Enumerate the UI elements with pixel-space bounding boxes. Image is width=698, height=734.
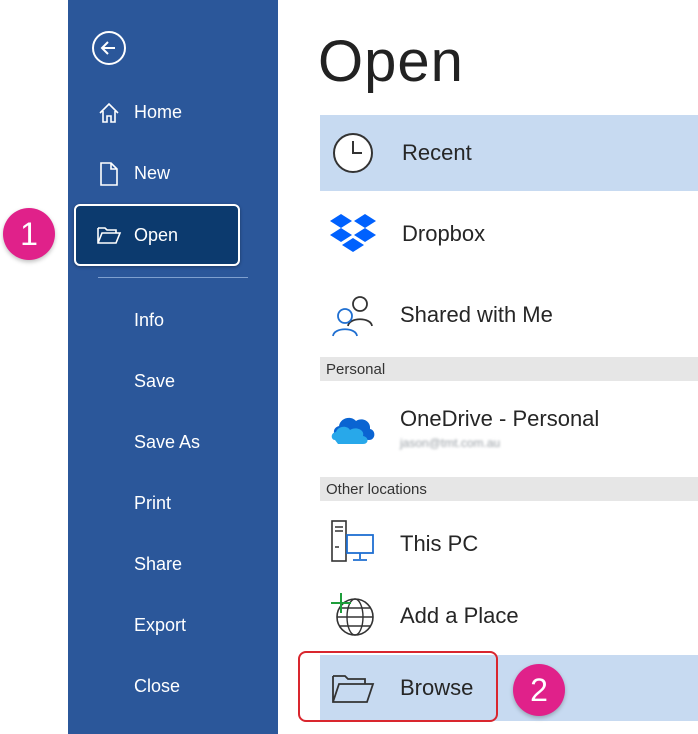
sidebar-item-export[interactable]: Export (68, 602, 278, 648)
location-label: This PC (400, 531, 479, 556)
location-dropbox[interactable]: Dropbox (320, 196, 698, 272)
section-header-personal: Personal (320, 357, 698, 381)
sidebar-item-open[interactable]: Open (74, 204, 240, 266)
sidebar-item-label: Save (134, 370, 176, 391)
sidebar-item-label: Open (134, 225, 179, 245)
sidebar-item-share[interactable]: Share (68, 541, 278, 587)
sidebar-item-label: Info (134, 309, 165, 330)
sidebar-item-info[interactable]: Info (68, 297, 278, 343)
sidebar-item-label: Close (134, 675, 181, 696)
location-recent[interactable]: Recent (320, 115, 698, 191)
this-pc-icon (328, 518, 378, 568)
sidebar-item-save[interactable]: Save (68, 358, 278, 404)
add-place-globe-icon (328, 590, 378, 640)
account-email: jason@tmt.com.au (400, 436, 501, 450)
sidebar-item-new[interactable]: New (68, 150, 278, 196)
sidebar-item-print[interactable]: Print (68, 480, 278, 526)
location-add-a-place[interactable]: Add a Place (320, 580, 698, 652)
new-document-icon (96, 161, 122, 187)
back-button[interactable] (92, 31, 126, 65)
back-arrow-icon (100, 41, 115, 55)
open-folder-icon (96, 223, 122, 249)
sidebar-divider (98, 277, 248, 278)
location-label: OneDrive - Personal (400, 406, 600, 431)
sidebar-item-label: Home (134, 101, 183, 122)
sidebar-item-label: Share (134, 553, 183, 574)
sidebar-item-save-as[interactable]: Save As (68, 419, 278, 465)
dropbox-icon (328, 209, 378, 259)
location-this-pc[interactable]: This PC (320, 506, 698, 582)
location-label: Recent (402, 140, 472, 165)
step-badge-2: 2 (513, 664, 565, 716)
sidebar-item-home[interactable]: Home (68, 89, 278, 135)
location-label: Add a Place (400, 603, 519, 628)
location-shared-with-me[interactable]: Shared with Me (320, 277, 698, 353)
home-icon (96, 100, 122, 126)
clock-icon (328, 128, 378, 178)
sidebar-item-label: Print (134, 492, 172, 513)
onedrive-cloud-icon (328, 404, 378, 454)
sidebar-item-label: Save As (134, 431, 201, 452)
shared-people-icon (328, 290, 378, 340)
step-badge-1: 1 (3, 208, 55, 260)
sidebar-item-close[interactable]: Close (68, 663, 278, 709)
location-label: Dropbox (402, 221, 486, 246)
location-label: Shared with Me (400, 302, 553, 327)
section-header-other-locations: Other locations (320, 477, 698, 501)
page-title: Open (318, 29, 464, 94)
browse-callout-outline (298, 651, 498, 722)
sidebar-item-label: New (134, 162, 171, 183)
location-onedrive-personal[interactable]: OneDrive - Personal jason@tmt.com.au (320, 384, 698, 472)
sidebar-item-label: Export (134, 614, 187, 635)
